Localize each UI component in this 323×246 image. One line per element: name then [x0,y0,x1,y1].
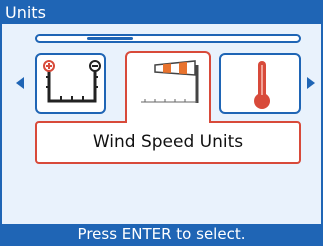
selection-connector [127,119,209,123]
scroll-thumb[interactable] [87,37,133,40]
pressure-gauge-icon [43,60,101,103]
carousel-item-pressure[interactable] [35,53,106,114]
window-title: Units [2,2,321,24]
thermometer-icon [254,61,270,109]
carousel-scrollbar[interactable] [35,34,301,43]
previous-arrow-icon[interactable] [16,77,24,89]
selected-item-label: Wind Speed Units [35,121,301,164]
units-screen: Units Wind Speed Units Press ENTER to se… [0,0,323,246]
windsock-icon [141,60,199,103]
status-hint: Press ENTER to select. [2,224,321,244]
carousel-item-temperature[interactable] [219,53,301,114]
next-arrow-icon[interactable] [307,77,315,89]
carousel-item-wind-speed[interactable] [125,51,211,121]
